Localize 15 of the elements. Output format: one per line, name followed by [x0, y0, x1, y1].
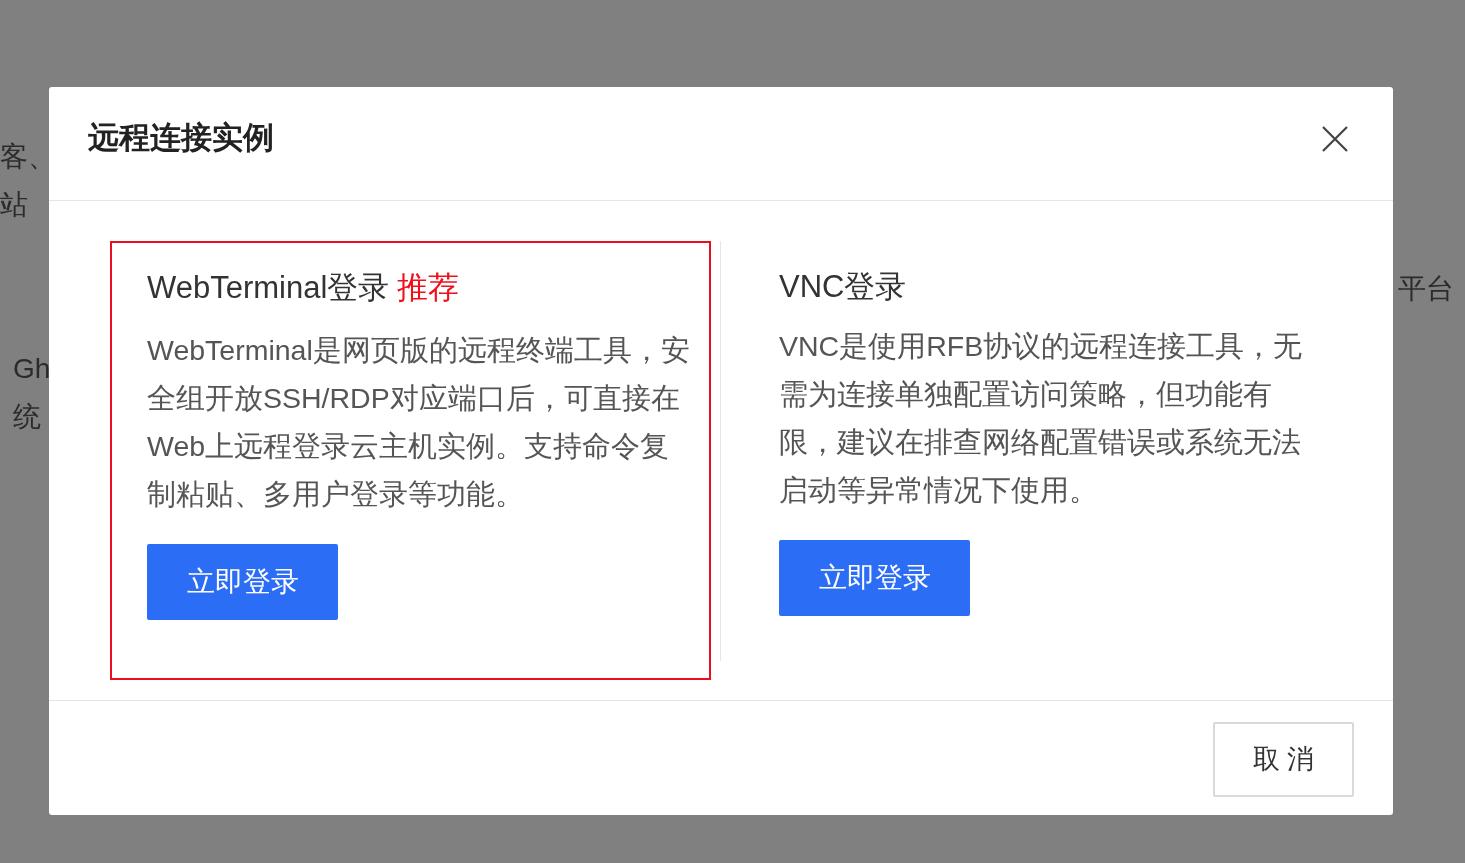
- background-text: 客、: [0, 140, 56, 174]
- recommend-tag: 推荐: [397, 265, 460, 312]
- dialog-title: 远程连接实例: [88, 119, 274, 158]
- background-text: 统: [13, 400, 41, 434]
- option-description: VNC是使用RFB协议的远程连接工具，无需为连接单独配置访问策略，但功能有限，建议在排查网络配置错误或系统无法启动等异常情况下使用。: [779, 329, 1304, 509]
- background-text: 站: [0, 188, 28, 222]
- close-icon[interactable]: [1322, 125, 1348, 152]
- option-title: WebTerminal登录: [147, 269, 390, 307]
- option-title: VNC登录: [779, 268, 907, 306]
- cancel-button[interactable]: 取 消: [1213, 722, 1354, 797]
- background-text: Gh: [13, 352, 51, 386]
- login-button[interactable]: 立即登录: [147, 543, 338, 620]
- background-text: 平台: [1398, 272, 1454, 306]
- login-button[interactable]: 立即登录: [779, 540, 970, 617]
- option-description: WebTerminal是网页版的远程终端工具，安全组开放SSH/RDP对应端口后，可直接在Web上远程登录云主机实例。支持命令复制粘贴、多用户登录等功能。: [147, 332, 691, 512]
